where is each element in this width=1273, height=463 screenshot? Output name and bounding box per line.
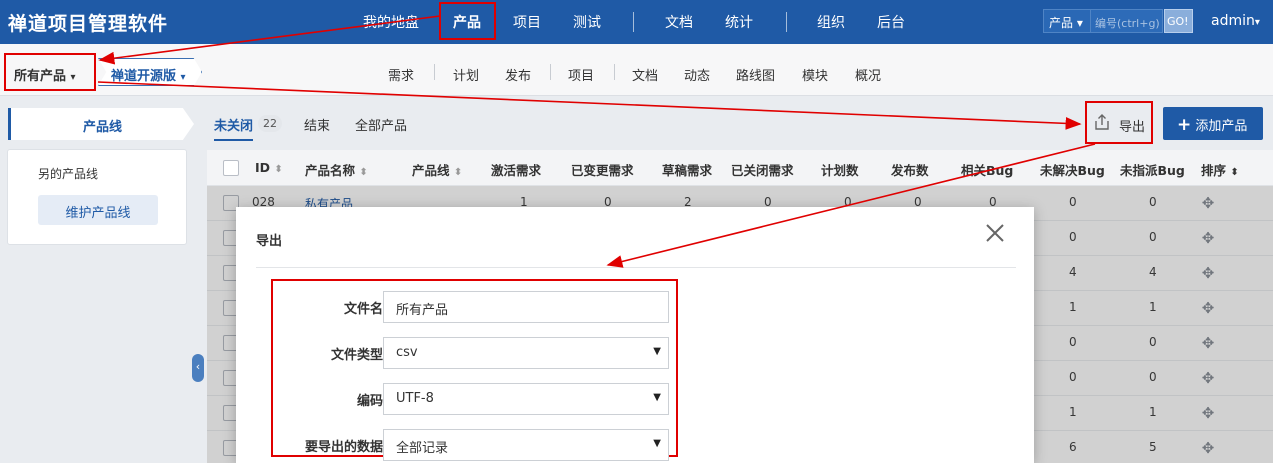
- annotation-arrows: [97, 15, 1096, 268]
